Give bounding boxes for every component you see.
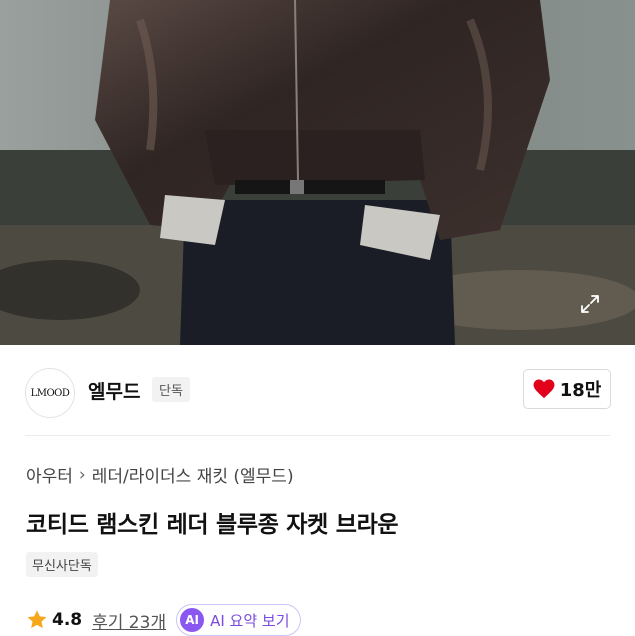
ai-icon: AI [180,608,205,632]
product-hero-image[interactable] [0,0,635,345]
star-icon [27,610,47,629]
review-count-link[interactable]: 후기 23개 [92,608,166,633]
breadcrumb-item-category[interactable]: 아우터 [26,462,73,487]
rating-row: 4.8 후기 23개 AI AI 요약 보기 [26,604,301,636]
brand-row: LMOOD 엘무드 단독 18만 [0,345,635,435]
hero-photo [0,0,635,345]
breadcrumb-item-subcategory[interactable]: 레더/라이더스 재킷 (엘무드) [92,462,294,487]
divider [25,435,610,436]
ai-summary-button[interactable]: AI AI 요약 보기 [176,604,301,636]
like-count: 18만 [559,380,602,401]
exclusive-badge: 무신사단독 [26,552,98,577]
brand-exclusive-tag: 단독 [152,377,190,402]
expand-icon [581,295,599,313]
breadcrumb: 아우터 › 레더/라이더스 재킷 (엘무드) [26,462,294,488]
rating-value: 4.8 [52,610,83,630]
chevron-right-icon: › [78,464,86,485]
like-button[interactable]: 18만 [523,369,611,409]
brand-logo[interactable]: LMOOD [25,368,75,418]
expand-image-button[interactable] [575,289,605,319]
product-title: 코티드 램스킨 레더 블루종 자켓 브라운 [26,512,399,538]
ai-summary-label: AI 요약 보기 [210,611,290,630]
heart-icon [533,379,555,399]
brand-name[interactable]: 엘무드 [88,377,140,404]
